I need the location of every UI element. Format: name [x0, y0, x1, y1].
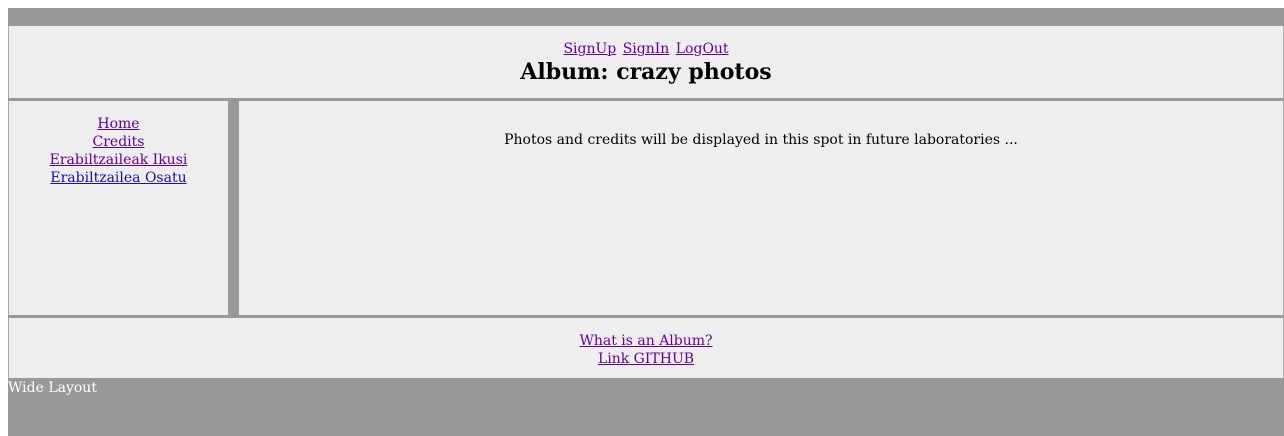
nav-complete-user-link[interactable]: Erabiltzailea Osatu	[9, 169, 228, 187]
bottom-bar: Wide Layout	[8, 378, 1284, 436]
main-area: Home Credits Erabiltzaileak Ikusi Erabil…	[8, 101, 1284, 315]
content-panel: Photos and credits will be displayed in …	[239, 101, 1284, 315]
top-bar	[8, 8, 1284, 26]
signin-link[interactable]: SignIn	[623, 41, 670, 57]
page-title: Album: crazy photos	[520, 59, 772, 85]
page-frame: SignUp SignIn LogOut Album: crazy photos…	[8, 8, 1284, 436]
nav-credits-link[interactable]: Credits	[9, 133, 228, 151]
nav-view-users-link[interactable]: Erabiltzaileak Ikusi	[9, 151, 228, 169]
what-is-album-link[interactable]: What is an Album?	[9, 332, 1283, 350]
github-link[interactable]: Link GITHUB	[9, 350, 1283, 368]
nav-home-link[interactable]: Home	[9, 115, 228, 133]
header: SignUp SignIn LogOut Album: crazy photos	[8, 26, 1284, 98]
layout-label: Wide Layout	[8, 380, 97, 396]
signup-link[interactable]: SignUp	[563, 41, 616, 57]
column-separator	[228, 101, 239, 315]
content-message: Photos and credits will be displayed in …	[504, 132, 1018, 148]
auth-links: SignUp SignIn LogOut	[9, 40, 1283, 58]
logout-link[interactable]: LogOut	[676, 41, 729, 57]
footer: What is an Album? Link GITHUB	[8, 318, 1284, 378]
sidebar-nav: Home Credits Erabiltzaileak Ikusi Erabil…	[8, 101, 228, 315]
